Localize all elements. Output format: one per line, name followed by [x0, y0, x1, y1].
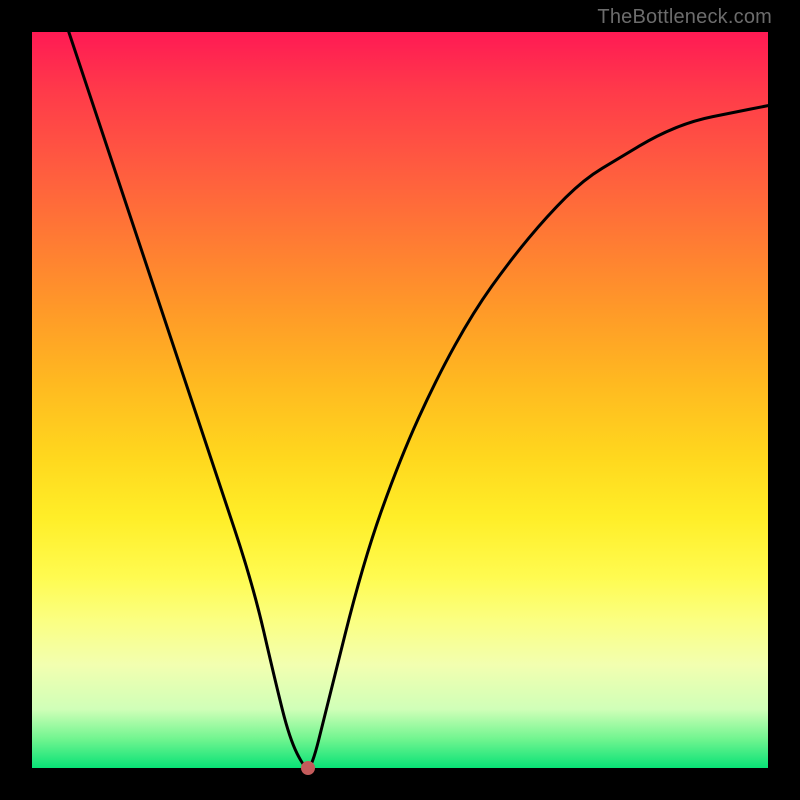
watermark-text: TheBottleneck.com: [597, 6, 772, 29]
plot-area: [32, 32, 768, 768]
minimum-marker: [301, 761, 315, 775]
chart-frame: TheBottleneck.com: [0, 0, 800, 800]
bottleneck-curve: [69, 32, 768, 768]
chart-svg: [32, 32, 768, 768]
